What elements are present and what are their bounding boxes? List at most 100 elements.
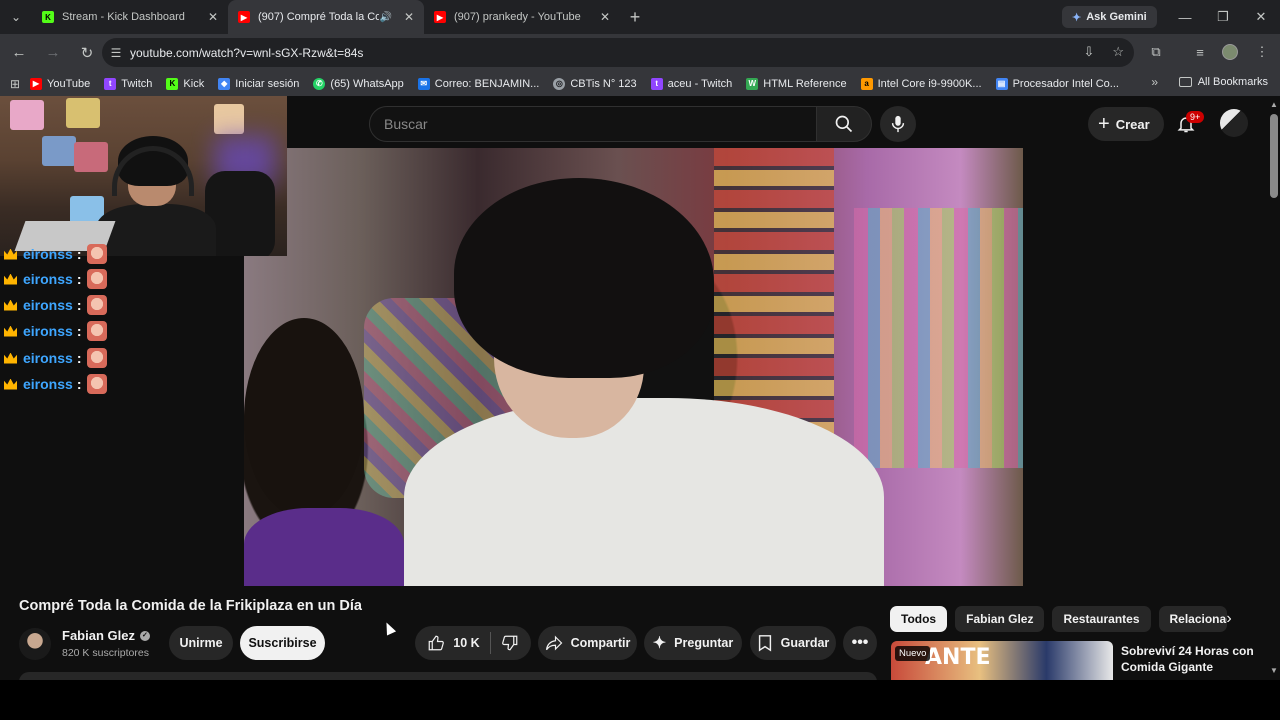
wall-poster [10,100,44,130]
sparkle-icon: ✦ [652,635,667,652]
speaker-icon[interactable]: 🔊 [379,12,391,23]
emote-icon [87,348,108,368]
bookmark-procesador-intel[interactable]: ▤ Procesador Intel Co... [995,77,1119,90]
ask-gemini-button[interactable]: ✦ Ask Gemini [1062,6,1157,28]
search-button[interactable] [816,106,872,142]
webcam-overlay [0,96,287,256]
media-controls-icon[interactable]: ≡ [1186,38,1214,66]
search-placeholder: Buscar [384,116,428,132]
new-tab-button[interactable]: + [620,7,650,28]
like-count[interactable]: 10 K [453,636,479,650]
emote-icon [87,244,108,264]
channel-avatar[interactable] [19,628,51,660]
share-button[interactable]: Compartir [538,626,637,660]
tab-title: Stream - Kick Dashboard [62,11,185,23]
save-button[interactable]: Guardar [750,626,836,660]
bookmark-label: YouTube [47,77,91,90]
twitch-icon: t [650,77,663,90]
gemini-icon: ✦ [1072,11,1082,24]
all-bookmarks-button[interactable]: All Bookmarks [1178,76,1268,88]
chat-message: eironss: [4,321,108,341]
bookmark-whatsapp[interactable]: ✆ (65) WhatsApp [313,77,404,90]
bookmark-twitch[interactable]: t Twitch [104,77,152,90]
bookmarks-overflow-icon[interactable]: » [1151,75,1158,89]
twitch-icon: t [104,77,117,90]
tab-kick-dashboard[interactable]: K Stream - Kick Dashboard ✕ [32,0,228,34]
restore-button[interactable]: ❐ [1204,0,1242,34]
microphone-icon [891,115,905,133]
voice-search-button[interactable] [880,106,916,142]
tab-title: (907) prankedy - YouTube [454,11,581,23]
site-info-icon[interactable]: ☰ [102,46,130,60]
dislike-icon[interactable] [501,634,519,652]
youtube-icon: ▶ [238,11,250,23]
reload-button[interactable]: ↻ [72,38,102,68]
crown-icon [4,299,17,311]
kick-icon: K [166,77,179,90]
like-icon[interactable] [427,634,445,652]
minimize-button[interactable]: — [1166,0,1204,34]
recommended-thumbnail[interactable]: ANTE Nuevo [891,641,1113,680]
subscribe-button[interactable]: Suscribirse [240,626,325,660]
bookmark-kick[interactable]: K Kick [166,77,204,90]
tab-youtube-video[interactable]: ▶ (907) Compré Toda la Comida 🔊 ✕ [228,0,424,34]
scroll-down-icon[interactable]: ▼ [1270,666,1278,675]
search-input[interactable]: Buscar [369,106,817,142]
video-frame-detail [454,178,714,378]
bookmark-intel-core[interactable]: a Intel Core i9-9900K... [860,77,982,90]
bookmark-login[interactable]: ◆ Iniciar sesión [218,77,299,90]
scroll-up-icon[interactable]: ▲ [1270,100,1278,109]
video-frame-detail [244,318,364,518]
close-window-button[interactable]: ✕ [1242,0,1280,34]
url-text[interactable]: youtube.com/watch?v=wnl-sGX-Rzw&t=84s [130,46,363,60]
close-icon[interactable]: ✕ [600,10,610,24]
video-player[interactable] [244,148,1023,586]
chat-user: eironss [23,246,73,262]
forward-button[interactable]: → [38,38,68,68]
bookmark-label: aceu - Twitch [667,77,733,90]
tab-search-button[interactable]: ⌄ [0,0,32,34]
description-box[interactable] [19,672,877,680]
login-icon: ◆ [218,77,231,90]
page-scrollbar[interactable]: ▲ ▼ [1268,96,1280,680]
chip-fabian-glez[interactable]: Fabian Glez [955,606,1045,632]
channel-name-link[interactable]: Fabian Glez ✓ [62,628,150,643]
address-bar[interactable]: ☰ youtube.com/watch?v=wnl-sGX-Rzw&t=84s … [102,38,1134,67]
chip-restaurantes[interactable]: Restaurantes [1052,606,1151,632]
close-icon[interactable]: ✕ [404,10,414,24]
account-avatar[interactable] [1220,109,1248,137]
chat-separator: : [76,323,82,339]
apps-grid-icon[interactable]: ⊞ [0,77,30,91]
bookmark-star-icon[interactable]: ☆ [1112,44,1124,60]
wall-poster [74,142,108,172]
bookmark-mail[interactable]: ✉ Correo: BENJAMIN... [417,77,539,90]
close-icon[interactable]: ✕ [208,10,218,24]
menu-icon[interactable]: ⋮ [1248,38,1276,66]
ask-button[interactable]: ✦ Preguntar [644,626,742,660]
channel-row: Fabian Glez ✓ 820 K suscriptores Unirme S… [19,626,879,662]
bookmark-html-reference[interactable]: W HTML Reference [746,77,847,90]
recommended-title[interactable]: Sobreviví 24 Horas con Comida Gigante [1121,643,1261,675]
tab-youtube-prankedy[interactable]: ▶ (907) prankedy - YouTube ✕ [424,0,620,34]
more-icon: ••• [851,634,869,651]
chevron-right-icon[interactable]: › [1218,608,1240,630]
bookmark-aceu-twitch[interactable]: t aceu - Twitch [650,77,733,90]
install-app-icon[interactable]: ⇩ [1083,44,1094,60]
profile-avatar[interactable] [1216,38,1244,66]
video-frame-detail [404,398,884,586]
wall-poster [66,98,100,128]
extensions-icon[interactable]: ⧉ [1142,38,1170,66]
bookmark-cbtis[interactable]: ◎ CBTis N° 123 [553,77,637,90]
chip-todos[interactable]: Todos [890,606,948,632]
bookmark-youtube[interactable]: ▶ YouTube [30,77,91,90]
recommended-video[interactable]: ANTE Nuevo Sobreviví 24 Horas con Comida… [891,641,1267,680]
chip-relacionado[interactable]: Relacionado [1158,606,1227,632]
chat-separator: : [76,350,82,366]
scroll-thumb[interactable] [1270,114,1278,198]
chat-user: eironss [23,323,73,339]
crown-icon [4,273,17,285]
create-button[interactable]: + Crear [1088,107,1164,141]
join-button[interactable]: Unirme [169,626,233,660]
back-button[interactable]: ← [4,38,34,68]
more-actions-button[interactable]: ••• [843,626,877,660]
